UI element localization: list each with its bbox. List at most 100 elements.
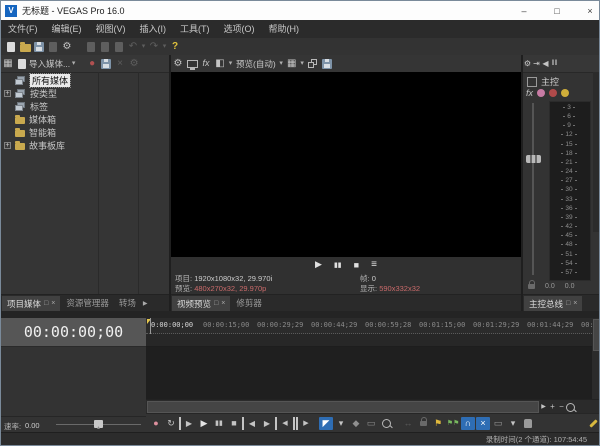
bus-icon[interactable]	[527, 77, 537, 87]
redo-icon[interactable]: ↷	[147, 40, 161, 54]
timeline-vscrollbar[interactable]	[592, 318, 600, 399]
tab-video-preview[interactable]: 视频预览 □ ×	[171, 295, 231, 311]
close-button[interactable]: ×	[575, 1, 600, 20]
tab-overflow-button[interactable]: ▶	[141, 296, 150, 311]
overlays-dropdown-icon[interactable]: ▾	[299, 57, 306, 71]
next-frame-icon[interactable]: ▶	[296, 417, 313, 430]
timeline-divider[interactable]	[1, 311, 599, 318]
lock-envelopes-icon[interactable]	[416, 417, 430, 430]
loop-playback-icon[interactable]: ↻	[164, 417, 178, 430]
video-fx-icon[interactable]: fx	[199, 57, 213, 71]
zoom-out-icon[interactable]: −	[557, 400, 566, 414]
tree-item-tags[interactable]: 标签	[15, 100, 48, 113]
quality-dropdown-icon[interactable]: ▾	[278, 57, 285, 71]
expand-icon[interactable]: +	[4, 90, 11, 97]
import-dropdown-icon[interactable]: ▾	[70, 57, 77, 71]
timeline-hscrollbar[interactable]: ▶ + −	[146, 399, 600, 414]
track-view[interactable]	[146, 347, 592, 399]
tree-item-storyboard-bins[interactable]: 故事板库	[15, 139, 65, 152]
preview-quality-selector[interactable]: 预览(自动)	[234, 58, 278, 70]
zoom-tool-icon[interactable]	[566, 400, 575, 414]
go-to-end-icon[interactable]: ▶	[260, 417, 277, 430]
redo-dropdown-icon[interactable]: ▾	[161, 40, 168, 54]
menu-view[interactable]: 视图(V)	[89, 20, 133, 38]
touch-mode-icon[interactable]	[521, 417, 535, 430]
project-properties-gear-icon[interactable]: ⚙	[171, 57, 185, 71]
mixer-scrollbar[interactable]	[593, 72, 600, 232]
hscroll-thumb[interactable]	[147, 401, 539, 413]
event-tool-dropdown-icon[interactable]: ▾	[506, 417, 520, 430]
previous-frame-icon[interactable]: ◀	[278, 417, 295, 430]
time-display[interactable]: 00:00:00;00	[1, 318, 146, 347]
mixer-gear-icon[interactable]: ⚙	[523, 57, 532, 71]
expand-icon[interactable]: +	[4, 142, 11, 149]
maximize-button[interactable]: □	[542, 1, 572, 20]
save-project-icon[interactable]	[32, 40, 46, 54]
menu-help[interactable]: 帮助(H)	[262, 20, 307, 38]
copy-snapshot-icon[interactable]	[306, 57, 320, 71]
copy-icon[interactable]	[98, 40, 112, 54]
float-window-icon[interactable]: □	[214, 300, 218, 307]
fx-plugin-icon[interactable]	[549, 89, 557, 97]
stop-icon[interactable]: ■	[227, 417, 241, 430]
tab-master-bus[interactable]: 主控总线 □ ×	[523, 295, 583, 311]
zoom-edit-tool-icon[interactable]	[379, 417, 393, 430]
float-window-icon[interactable]: □	[44, 300, 48, 307]
render-as-icon[interactable]	[46, 40, 60, 54]
tree-item-smart-bins[interactable]: 智能箱	[15, 126, 56, 139]
envelope-tool-icon[interactable]: ◆	[349, 417, 363, 430]
open-project-icon[interactable]	[18, 40, 32, 54]
minimize-button[interactable]: –	[509, 1, 539, 20]
timeline-ruler[interactable]: 0:00:00;00 00:00:15;00 00:00:29;29 00:00…	[146, 318, 592, 334]
event-tool-icon[interactable]: ▭	[491, 417, 505, 430]
insert-marker-icon[interactable]: ⚑	[431, 417, 445, 430]
interactive-tutorials-icon[interactable]: ?	[168, 40, 182, 54]
fx-plugin-icon[interactable]	[537, 89, 545, 97]
menu-file[interactable]: 文件(F)	[1, 20, 45, 38]
tab-trimmer[interactable]: 修剪器	[231, 296, 267, 311]
edit-tool-dropdown-icon[interactable]: ▾	[334, 417, 348, 430]
bus-fx-icon[interactable]: fx	[526, 88, 533, 98]
cut-icon[interactable]	[84, 40, 98, 54]
record-icon[interactable]: ●	[149, 417, 163, 430]
import-media-icon[interactable]	[15, 57, 29, 71]
marker-bar[interactable]	[146, 334, 592, 347]
close-tab-icon[interactable]: ×	[573, 300, 577, 307]
external-monitor-icon[interactable]	[185, 57, 199, 71]
stop-icon[interactable]: ■	[354, 260, 359, 270]
scroll-right-icon[interactable]: ▶	[539, 400, 548, 414]
play-icon[interactable]: ▶	[197, 417, 211, 430]
pause-icon[interactable]: ▮▮	[334, 261, 342, 269]
capture-video-icon[interactable]: ●	[85, 57, 99, 71]
remove-media-icon[interactable]: ×	[113, 57, 127, 71]
properties-gear-icon[interactable]: ⚙	[60, 40, 74, 54]
fader-handle[interactable]	[526, 155, 541, 163]
close-tab-icon[interactable]: ×	[221, 300, 225, 307]
lock-icon[interactable]	[528, 284, 535, 289]
selection-tool-icon[interactable]: ▭	[364, 417, 378, 430]
play-icon[interactable]: ▶	[315, 259, 322, 270]
auto-ripple-icon[interactable]: ×	[476, 417, 490, 430]
zoom-in-icon[interactable]: +	[548, 400, 557, 414]
overlays-grid-icon[interactable]: ▦	[285, 57, 299, 71]
menu-options[interactable]: 选项(O)	[217, 20, 262, 38]
new-project-icon[interactable]	[4, 40, 18, 54]
normal-edit-tool-icon[interactable]: ◤	[319, 417, 333, 430]
undo-icon[interactable]: ↶	[126, 40, 140, 54]
tree-item-all-media[interactable]: 所有媒体	[15, 74, 70, 87]
meters-icon[interactable]: ‖‖	[550, 57, 559, 71]
tree-item-by-type[interactable]: 按类型	[15, 87, 57, 100]
video-display[interactable]	[171, 72, 521, 257]
insert-bus-icon[interactable]: ⇥	[532, 57, 541, 71]
playback-menu-icon[interactable]: ≡	[371, 259, 377, 270]
media-properties-icon[interactable]: ⚙	[127, 57, 141, 71]
extract-audio-icon[interactable]	[99, 57, 113, 71]
go-to-start-icon[interactable]: ◀	[242, 417, 259, 430]
paste-icon[interactable]	[112, 40, 126, 54]
fx-plugin-icon[interactable]	[561, 89, 569, 97]
menu-edit[interactable]: 编辑(E)	[45, 20, 89, 38]
pen-icon[interactable]	[586, 417, 600, 430]
split-screen-icon[interactable]: ◧	[213, 57, 227, 71]
tree-item-media-bins[interactable]: 媒体箱	[15, 113, 56, 126]
trim-icon[interactable]: ↔	[401, 417, 415, 430]
